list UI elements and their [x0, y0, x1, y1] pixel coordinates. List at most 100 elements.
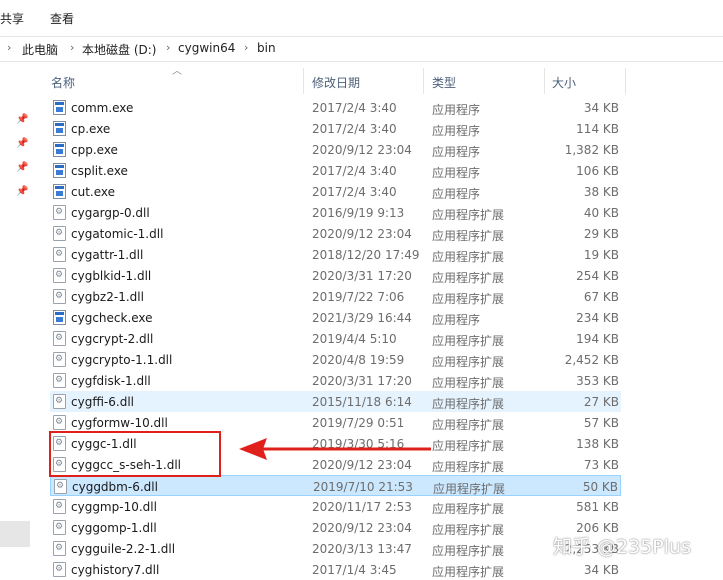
file-type: 应用程序扩展	[432, 355, 505, 369]
breadcrumb: › 此电脑 › 本地磁盘 (D:) › cygwin64 › bin	[0, 36, 723, 62]
pin-icon[interactable]: 📌	[16, 114, 28, 126]
file-date: 2017/1/4 3:45	[312, 563, 397, 577]
file-date: 2021/3/29 16:44	[312, 311, 412, 325]
file-size: 234 KB	[576, 311, 619, 325]
column-divider[interactable]	[423, 68, 424, 94]
sort-up-icon: ︿	[172, 66, 182, 77]
file-row[interactable]: cygargp-0.dll 2016/9/19 9:13 应用程序扩展 40 KB	[50, 202, 621, 223]
chevron-right-icon: ›	[166, 41, 171, 54]
file-row[interactable]: cygffi-6.dll 2015/11/18 6:14 应用程序扩展 27 KB	[50, 391, 621, 412]
file-row[interactable]: cut.exe 2017/2/4 3:40 应用程序 38 KB	[50, 181, 621, 202]
application-file-icon	[53, 163, 66, 178]
column-divider[interactable]	[303, 68, 304, 94]
file-type: 应用程序扩展	[432, 397, 505, 411]
file-date: 2017/2/4 3:40	[312, 185, 397, 199]
file-type: 应用程序	[432, 145, 481, 159]
pin-icon[interactable]: 📌	[16, 162, 28, 174]
dll-file-icon	[53, 415, 66, 430]
file-type: 应用程序	[432, 124, 481, 138]
chevron-right-icon: ›	[7, 41, 12, 54]
column-divider[interactable]	[544, 68, 545, 94]
file-row[interactable]: cygcrypt-2.dll 2019/4/4 5:10 应用程序扩展 194 KB	[50, 328, 621, 349]
file-row[interactable]: cygbz2-1.dll 2019/7/22 7:06 应用程序扩展 67 KB	[50, 286, 621, 307]
dll-file-icon	[53, 268, 66, 283]
column-size[interactable]: 大小	[552, 74, 576, 91]
column-divider[interactable]	[625, 68, 626, 94]
file-type: 应用程序	[432, 103, 481, 117]
file-size: 19 KB	[583, 248, 619, 262]
file-date: 2020/4/8 19:59	[312, 353, 405, 367]
annotation-highlight-box	[49, 431, 221, 477]
column-type[interactable]: 类型	[432, 74, 456, 91]
breadcrumb-bin[interactable]: bin	[257, 41, 276, 55]
file-date: 2020/3/31 17:20	[312, 269, 412, 283]
file-date: 2020/11/17 2:53	[312, 500, 412, 514]
file-date: 2020/9/12 23:04	[312, 227, 412, 241]
file-row[interactable]: cyggdbm-6.dll 2019/7/10 21:53 应用程序扩展 50 KB	[50, 475, 621, 496]
breadcrumb-drive-d[interactable]: 本地磁盘 (D:)	[82, 41, 156, 58]
file-row[interactable]: cygattr-1.dll 2018/12/20 17:49 应用程序扩展 19 KB	[50, 244, 621, 265]
file-name: cygcheck.exe	[71, 311, 153, 325]
file-name: cygformw-10.dll	[71, 416, 168, 430]
file-size: 50 KB	[582, 480, 618, 494]
file-row[interactable]: cygformw-10.dll 2019/7/29 0:51 应用程序扩展 57 KB	[50, 412, 621, 433]
application-file-icon	[53, 142, 66, 157]
file-name: cyggomp-1.dll	[71, 521, 157, 535]
file-type: 应用程序	[432, 187, 481, 201]
file-row[interactable]: cpp.exe 2020/9/12 23:04 应用程序 1,382 KB	[50, 139, 621, 160]
file-row[interactable]: cyghistory7.dll 2017/1/4 3:45 应用程序扩展 34 KB	[50, 559, 621, 580]
file-name: cyggdbm-6.dll	[72, 480, 158, 494]
file-name: cygattr-1.dll	[71, 248, 144, 262]
file-name: cygffi-6.dll	[71, 395, 134, 409]
file-name: cygguile-2.2-1.dll	[71, 542, 176, 556]
tab-share[interactable]: 共享	[0, 10, 24, 27]
file-type: 应用程序扩展	[432, 250, 505, 264]
dll-file-icon	[53, 562, 66, 577]
file-row[interactable]: cp.exe 2017/2/4 3:40 应用程序 114 KB	[50, 118, 621, 139]
pin-icon[interactable]: 📌	[16, 186, 28, 198]
file-row[interactable]: cygblkid-1.dll 2020/3/31 17:20 应用程序扩展 254 K…	[50, 265, 621, 286]
dll-file-icon	[53, 499, 66, 514]
file-type: 应用程序扩展	[432, 376, 505, 390]
breadcrumb-cygwin64[interactable]: cygwin64	[178, 41, 235, 55]
file-row[interactable]: cygcrypto-1.1.dll 2020/4/8 19:59 应用程序扩展 2,4…	[50, 349, 621, 370]
watermark: 知乎 @235Plus	[553, 536, 691, 558]
file-date: 2019/7/22 7:06	[312, 290, 405, 304]
file-size: 106 KB	[576, 164, 619, 178]
file-row[interactable]: cygfdisk-1.dll 2020/3/31 17:20 应用程序扩展 353 K…	[50, 370, 621, 391]
file-size: 34 KB	[583, 101, 619, 115]
file-name: comm.exe	[71, 101, 134, 115]
file-type: 应用程序扩展	[433, 482, 506, 496]
file-row[interactable]: cyggmp-10.dll 2020/11/17 2:53 应用程序扩展 581 KB	[50, 496, 621, 517]
file-row[interactable]: cygcheck.exe 2021/3/29 16:44 应用程序 234 KB	[50, 307, 621, 328]
file-name: csplit.exe	[71, 164, 128, 178]
file-row[interactable]: cyggomp-1.dll2020/9/12 23:04应用程序扩展206 KB	[50, 517, 621, 538]
column-header-row: ︿ 名称 修改日期 类型 大小	[44, 66, 723, 94]
breadcrumb-this-pc[interactable]: 此电脑	[22, 41, 58, 58]
file-row[interactable]: cygguile-2.2-1.dll2020/3/13 13:47应用程序扩展2…	[50, 538, 621, 559]
dll-file-icon	[53, 247, 66, 262]
column-name[interactable]: 名称	[51, 74, 75, 91]
file-date: 2019/7/10 21:53	[313, 480, 413, 494]
dll-file-icon	[53, 331, 66, 346]
file-row[interactable]: cygatomic-1.dll 2020/9/12 23:04 应用程序扩展 29 K…	[50, 223, 621, 244]
file-row[interactable]: comm.exe 2017/2/4 3:40 应用程序 34 KB	[50, 97, 621, 118]
file-date: 2020/3/13 13:47	[312, 542, 412, 556]
nav-scrollbar-thumb[interactable]	[0, 521, 30, 547]
file-size: 353 KB	[576, 374, 619, 388]
file-date: 2018/12/20 17:49	[312, 248, 420, 262]
file-type: 应用程序扩展	[432, 334, 505, 348]
file-size: 254 KB	[576, 269, 619, 283]
file-row[interactable]: csplit.exe 2017/2/4 3:40 应用程序 106 KB	[50, 160, 621, 181]
file-date: 2015/11/18 6:14	[312, 395, 412, 409]
column-date[interactable]: 修改日期	[312, 74, 360, 91]
dll-file-icon	[53, 520, 66, 535]
file-type: 应用程序扩展	[432, 565, 505, 579]
file-size: 67 KB	[583, 290, 619, 304]
tab-view[interactable]: 查看	[50, 10, 74, 27]
file-size: 29 KB	[583, 227, 619, 241]
dll-file-icon	[53, 541, 66, 556]
file-date: 2017/2/4 3:40	[312, 164, 397, 178]
dll-file-icon	[53, 394, 66, 409]
pin-icon[interactable]: 📌	[16, 138, 28, 150]
